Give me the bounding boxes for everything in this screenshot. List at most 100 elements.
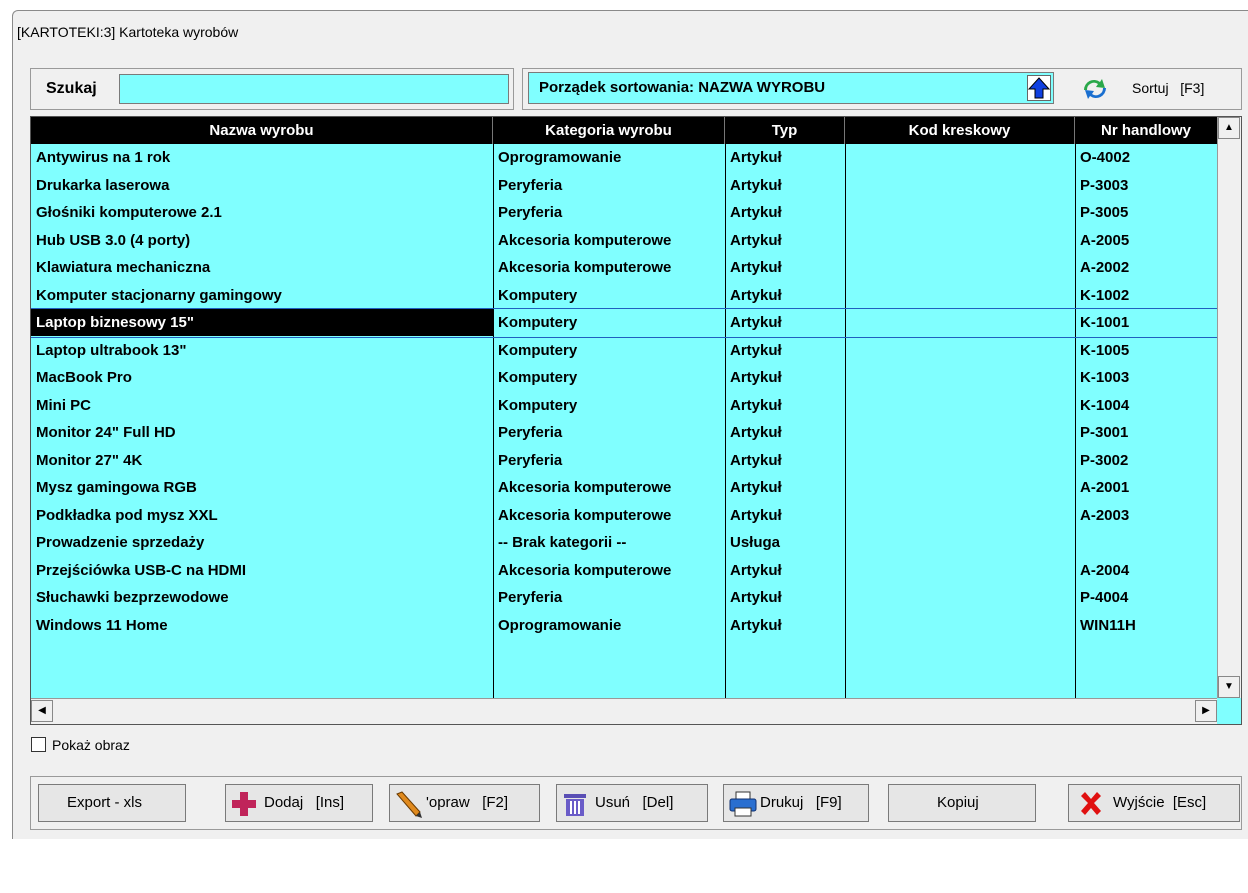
cell-type: Artykuł bbox=[730, 231, 782, 249]
column-header-name[interactable]: Nazwa wyrobu bbox=[31, 117, 493, 144]
copy-button[interactable]: Kopiuj bbox=[888, 784, 1036, 822]
table-row[interactable]: Mysz gamingowa RGB Akcesoria komputerowe A… bbox=[31, 474, 1217, 502]
cell-trade-no: A-2004 bbox=[1080, 561, 1130, 579]
table-row[interactable]: Podkładka pod mysz XXL Akcesoria komputer… bbox=[31, 502, 1217, 530]
table-row[interactable]: Przejściówka USB-C na HDMI Akcesoria komp… bbox=[31, 557, 1217, 585]
products-table[interactable]: Nazwa wyrobu Kategoria wyrobu Typ Kod kr… bbox=[30, 116, 1242, 725]
search-label: Szukaj bbox=[46, 80, 97, 97]
scroll-down-button[interactable]: ▼ bbox=[1218, 676, 1240, 698]
sort-button-label: Sortuj [F3] bbox=[1132, 80, 1205, 96]
cell-type: Artykuł bbox=[730, 396, 782, 414]
cell-barcode bbox=[845, 309, 1075, 336]
cell-barcode bbox=[845, 144, 1075, 171]
exit-button[interactable]: Wyjście [Esc] bbox=[1068, 784, 1240, 822]
cell-category: Peryferia bbox=[498, 451, 563, 469]
cell-barcode bbox=[845, 337, 1075, 364]
cell-name: Komputer stacjonarny gamingowy bbox=[36, 286, 282, 304]
cell-name: Monitor 24" Full HD bbox=[36, 424, 176, 441]
cell-trade-no: A-2002 bbox=[1080, 259, 1130, 276]
table-row[interactable]: Mini PC Komputery Artykuł K-1004 bbox=[31, 392, 1217, 420]
cell-trade-no: P-3005 bbox=[1080, 204, 1129, 221]
scroll-left-button[interactable]: ◀ bbox=[31, 700, 53, 722]
cell-trade-no: P-3001 bbox=[1080, 424, 1129, 441]
table-row[interactable]: Laptop biznesowy 15" Komputery Artykuł K-10… bbox=[31, 308, 1218, 338]
table-row[interactable]: Drukarka laserowa Peryferia Artykuł P-3003 bbox=[31, 172, 1217, 200]
search-input[interactable] bbox=[119, 74, 509, 104]
column-header-category[interactable]: Kategoria wyrobu bbox=[493, 117, 725, 144]
scroll-up-button[interactable]: ▲ bbox=[1218, 117, 1240, 139]
column-header-type[interactable]: Typ bbox=[725, 117, 845, 144]
cell-type: Artykuł bbox=[730, 424, 782, 441]
sort-ascending-button[interactable] bbox=[1027, 75, 1051, 101]
cell-type: Artykuł bbox=[730, 176, 782, 194]
cell-category: Oprogramowanie bbox=[498, 149, 622, 166]
cell-category: Peryferia bbox=[498, 176, 563, 194]
show-image-checkbox[interactable]: Pokaż obraz bbox=[31, 737, 130, 753]
table-row[interactable]: Monitor 24" Full HD Peryferia Artykuł P-300… bbox=[31, 419, 1217, 447]
cell-name: Hub USB 3.0 (4 porty) bbox=[36, 231, 191, 249]
cell-barcode bbox=[845, 392, 1075, 419]
cell-trade-no: A-2001 bbox=[1080, 479, 1130, 496]
cell-name: Klawiatura mechaniczna bbox=[36, 259, 211, 276]
scroll-right-button[interactable]: ▶ bbox=[1195, 700, 1217, 722]
print-button[interactable]: Drukuj [F9] bbox=[723, 784, 869, 822]
column-header-barcode[interactable]: Kod kreskowy bbox=[845, 117, 1075, 144]
cell-barcode bbox=[845, 282, 1075, 309]
checkbox-box[interactable] bbox=[31, 737, 46, 752]
cell-type: Artykuł bbox=[730, 369, 782, 386]
vertical-scrollbar[interactable]: ▲ ▼ bbox=[1217, 117, 1241, 698]
export-xls-button[interactable]: Export - xls bbox=[38, 784, 186, 822]
table-row[interactable]: Klawiatura mechaniczna Akcesoria komputer… bbox=[31, 254, 1217, 282]
cell-type: Artykuł bbox=[730, 616, 782, 634]
cell-category: Peryferia bbox=[498, 589, 563, 606]
sort-order-text: Porządek sortowania: NAZWA WYROBU bbox=[539, 79, 826, 96]
edit-button[interactable]: 'opraw [F2] bbox=[389, 784, 540, 822]
printer-icon bbox=[729, 791, 757, 817]
table-row[interactable]: Słuchawki bezprzewodowe Peryferia Artykuł P… bbox=[31, 584, 1217, 612]
table-row[interactable]: Monitor 27" 4K Peryferia Artykuł P-3002 bbox=[31, 447, 1217, 475]
cell-name: Drukarka laserowa bbox=[36, 176, 170, 194]
cell-barcode bbox=[845, 199, 1075, 226]
cell-type: Artykuł bbox=[730, 259, 782, 276]
table-row[interactable]: Antywirus na 1 rok Oprogramowanie Artykuł O… bbox=[31, 144, 1217, 172]
cell-name: Mysz gamingowa RGB bbox=[36, 479, 197, 496]
cell-category: Komputery bbox=[498, 286, 578, 304]
cell-trade-no: K-1004 bbox=[1080, 396, 1130, 414]
cell-category: Akcesoria komputerowe bbox=[498, 231, 672, 249]
table-row[interactable]: Laptop ultrabook 13" Komputery Artykuł K-10… bbox=[31, 337, 1217, 365]
cell-trade-no: K-1002 bbox=[1080, 286, 1130, 304]
cell-name: Monitor 27" 4K bbox=[36, 451, 143, 469]
table-header: Nazwa wyrobu Kategoria wyrobu Typ Kod kr… bbox=[31, 117, 1217, 144]
table-row[interactable]: Głośniki komputerowe 2.1 Peryferia Artykuł… bbox=[31, 199, 1217, 227]
delete-button[interactable]: Usuń [Del] bbox=[556, 784, 708, 822]
table-row[interactable]: MacBook Pro Komputery Artykuł K-1003 bbox=[31, 364, 1217, 392]
table-row[interactable]: Windows 11 Home Oprogramowanie Artykuł WIN1… bbox=[31, 612, 1217, 640]
cell-type: Artykuł bbox=[730, 341, 782, 359]
cell-barcode bbox=[845, 474, 1075, 501]
horizontal-scrollbar[interactable]: ◀ ▶ bbox=[31, 698, 1217, 724]
cell-barcode bbox=[845, 447, 1075, 474]
cell-type: Artykuł bbox=[730, 314, 782, 331]
cell-barcode bbox=[845, 584, 1075, 611]
pencil-icon bbox=[396, 791, 422, 818]
cell-barcode bbox=[845, 419, 1075, 446]
copy-button-label: Kopiuj bbox=[937, 794, 979, 811]
add-button[interactable]: Dodaj [Ins] bbox=[225, 784, 373, 822]
column-header-trade-no[interactable]: Nr handlowy bbox=[1075, 117, 1217, 144]
cell-category: Komputery bbox=[498, 369, 578, 386]
edit-button-label: 'opraw [F2] bbox=[426, 794, 509, 811]
cell-type: Artykuł bbox=[730, 149, 782, 166]
cell-category: Akcesoria komputerowe bbox=[498, 479, 672, 496]
table-row[interactable]: Prowadzenie sprzedaży -- Brak kategorii … bbox=[31, 529, 1217, 557]
sort-button[interactable]: Sortuj [F3] bbox=[1076, 74, 1240, 104]
scrollbar-corner bbox=[1217, 698, 1241, 724]
delete-button-label: Usuń [Del] bbox=[595, 794, 674, 811]
cell-name: Windows 11 Home bbox=[36, 616, 168, 634]
table-row[interactable]: Komputer stacjonarny gamingowy Komputery A… bbox=[31, 282, 1217, 310]
table-row[interactable]: Hub USB 3.0 (4 porty) Akcesoria komputero… bbox=[31, 227, 1217, 255]
cell-type: Artykuł bbox=[730, 451, 782, 469]
cell-name: Laptop ultrabook 13" bbox=[36, 341, 187, 359]
cell-type: Artykuł bbox=[730, 561, 782, 579]
export-xls-label: Export - xls bbox=[67, 794, 143, 811]
trash-icon bbox=[564, 794, 586, 816]
